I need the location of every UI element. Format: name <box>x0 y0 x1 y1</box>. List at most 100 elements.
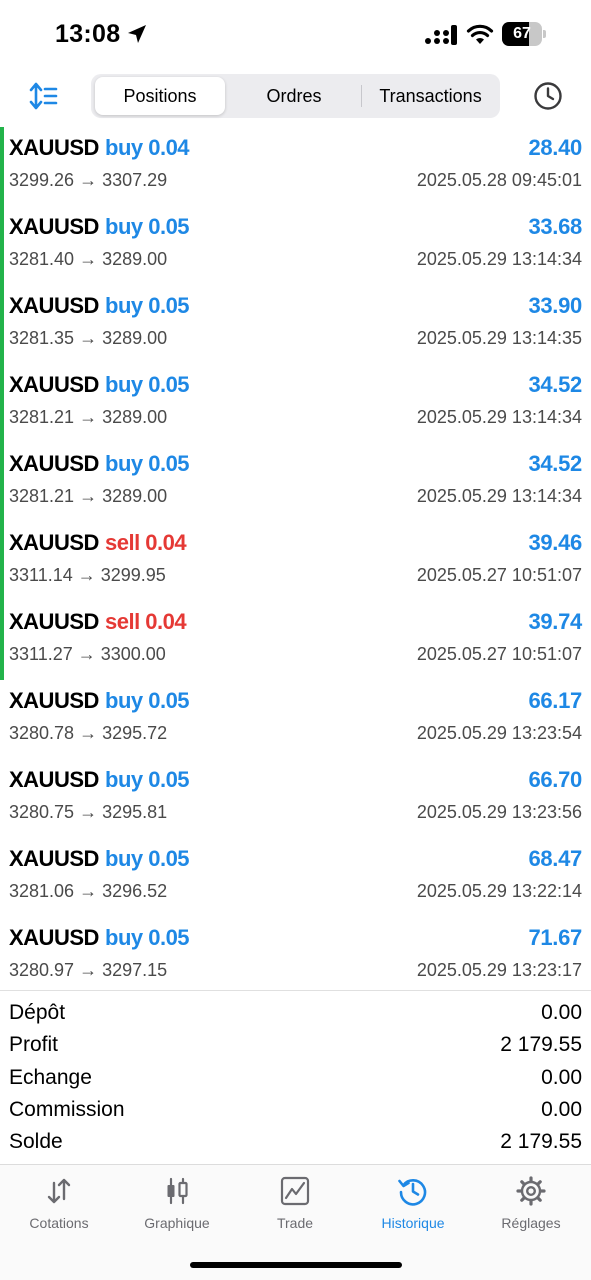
trade-prices: 3281.40 → 3289.00 <box>9 249 168 269</box>
trade-symbol: XAUUSD <box>9 767 99 792</box>
tab-label: Historique <box>381 1215 445 1231</box>
wifi-icon <box>466 24 494 44</box>
battery-level: 67 <box>513 25 531 42</box>
trade-row[interactable]: XAUUSD buy 0.05 34.52 3281.21 → 3289.00 2025… <box>0 364 591 443</box>
trade-profit: 34.52 <box>528 451 582 476</box>
tab-cotations[interactable]: Cotations <box>0 1175 118 1245</box>
trade-time: 2025.05.29 13:23:54 <box>416 723 582 743</box>
trade-time: 2025.05.27 10:51:07 <box>416 565 582 585</box>
summary-value: 0.00 <box>541 1097 582 1121</box>
sort-icon[interactable] <box>28 80 60 112</box>
trade-row[interactable]: XAUUSD buy 0.05 33.90 3281.35 → 3289.00 2025… <box>0 285 591 364</box>
history-clock-icon[interactable] <box>532 80 564 112</box>
trade-prices: 3280.78 → 3295.72 <box>9 723 168 743</box>
trade-profit: 66.17 <box>528 688 582 713</box>
trade-profit: 39.46 <box>528 530 582 555</box>
summary-label: Echange <box>9 1065 92 1089</box>
trade-row[interactable]: XAUUSD buy 0.05 34.52 3281.21 → 3289.00 2025… <box>0 443 591 522</box>
tab-positions[interactable]: Positions <box>95 77 225 115</box>
tab-ordres[interactable]: Ordres <box>229 77 359 115</box>
trade-time: 2025.05.29 13:23:56 <box>416 802 582 822</box>
trade-prices: 3281.21 → 3289.00 <box>9 486 168 506</box>
tab-reglages[interactable]: Réglages <box>472 1175 590 1245</box>
summary-label: Commission <box>9 1097 125 1121</box>
home-indicator <box>190 1262 402 1268</box>
trade-side: buy 0.05 <box>105 451 190 476</box>
tab-historique[interactable]: Historique <box>354 1175 472 1245</box>
gear-icon <box>516 1176 546 1206</box>
trade-row[interactable]: XAUUSD buy 0.05 68.47 3281.06 → 3296.52 2025… <box>0 838 591 917</box>
trade-time: 2025.05.29 13:22:14 <box>416 881 582 901</box>
trade-time: 2025.05.29 13:23:17 <box>416 960 582 980</box>
trade-row[interactable]: XAUUSD sell 0.04 39.46 3311.14 → 3299.95 202… <box>0 522 591 601</box>
trade-side: buy 0.05 <box>105 214 190 239</box>
trade-time: 2025.05.29 13:14:34 <box>416 486 582 506</box>
trade-row[interactable]: XAUUSD buy 0.05 71.67 3280.97 → 3297.15 2025… <box>0 917 591 996</box>
trade-side: sell 0.04 <box>105 530 187 555</box>
summary-row-solde: Solde 2 179.55 <box>0 1126 591 1158</box>
trade-chart-icon <box>280 1176 310 1206</box>
summary-section: Dépôt 0.00 Profit 2 179.55 Echange 0.00 … <box>0 997 591 1158</box>
summary-label: Profit <box>9 1033 59 1057</box>
trade-prices: 3280.97 → 3297.15 <box>9 960 168 980</box>
trade-row[interactable]: XAUUSD buy 0.05 66.17 3280.78 → 3295.72 2025… <box>0 680 591 759</box>
trade-symbol: XAUUSD <box>9 135 99 160</box>
tab-label: Graphique <box>144 1215 210 1231</box>
summary-row-commission: Commission 0.00 <box>0 1094 591 1126</box>
tab-label: Réglages <box>501 1215 561 1231</box>
trade-symbol: XAUUSD <box>9 925 99 950</box>
summary-row-echange: Echange 0.00 <box>0 1062 591 1094</box>
tab-transactions[interactable]: Transactions <box>363 77 498 115</box>
summary-row-profit: Profit 2 179.55 <box>0 1029 591 1061</box>
trade-side: buy 0.05 <box>105 688 190 713</box>
trade-profit: 71.67 <box>528 925 582 950</box>
summary-label: Solde <box>9 1130 63 1154</box>
trade-profit: 68.47 <box>528 846 582 871</box>
trade-side: buy 0.05 <box>105 767 190 792</box>
trade-time: 2025.05.29 13:14:34 <box>416 407 582 427</box>
battery-indicator: 67 <box>502 22 546 46</box>
trade-prices: 3281.35 → 3289.00 <box>9 328 168 348</box>
trade-time: 2025.05.27 10:51:07 <box>416 644 582 664</box>
summary-value: 2 179.55 <box>500 1130 582 1154</box>
trade-row[interactable]: XAUUSD sell 0.04 39.74 3311.27 → 3300.00 202… <box>0 601 591 680</box>
tab-trade[interactable]: Trade <box>236 1175 354 1245</box>
trade-profit: 28.40 <box>528 135 582 160</box>
trade-profit: 34.52 <box>528 372 582 397</box>
trade-symbol: XAUUSD <box>9 846 99 871</box>
tab-label: Cotations <box>29 1215 89 1231</box>
summary-row-depot: Dépôt 0.00 <box>0 997 591 1029</box>
trade-profit: 33.90 <box>528 293 582 318</box>
trade-row[interactable]: XAUUSD buy 0.05 33.68 3281.40 → 3289.00 2025… <box>0 206 591 285</box>
trade-profit: 66.70 <box>528 767 582 792</box>
trade-symbol: XAUUSD <box>9 530 99 555</box>
trade-prices: 3281.06 → 3296.52 <box>9 881 168 901</box>
status-bar: 13:08 67 <box>0 0 591 64</box>
trade-prices: 3311.14 → 3299.95 <box>9 565 166 585</box>
trade-symbol: XAUUSD <box>9 372 99 397</box>
trade-list: XAUUSD buy 0.04 28.40 3299.26 → 3307.29 2025… <box>0 127 591 996</box>
trade-prices: 3280.75 → 3295.81 <box>9 802 168 822</box>
trade-side: buy 0.04 <box>105 135 190 160</box>
trade-row[interactable]: XAUUSD buy 0.05 66.70 3280.75 → 3295.81 2025… <box>0 759 591 838</box>
trade-row[interactable]: XAUUSD buy 0.04 28.40 3299.26 → 3307.29 2025… <box>0 127 591 206</box>
trade-side: buy 0.05 <box>105 925 190 950</box>
trade-prices: 3281.21 → 3289.00 <box>9 407 168 427</box>
summary-value: 0.00 <box>541 1065 582 1089</box>
summary-value: 2 179.55 <box>500 1033 582 1057</box>
trade-profit: 39.74 <box>528 609 582 634</box>
trade-symbol: XAUUSD <box>9 688 99 713</box>
status-time: 13:08 <box>55 20 121 48</box>
tab-graphique[interactable]: Graphique <box>118 1175 236 1245</box>
summary-divider <box>0 990 591 991</box>
summary-value: 0.00 <box>541 1001 582 1024</box>
cellular-signal-icon <box>425 25 457 45</box>
trade-time: 2025.05.28 09:45:01 <box>416 170 582 190</box>
trade-side: sell 0.04 <box>105 609 187 634</box>
trade-time: 2025.05.29 13:14:35 <box>416 328 582 348</box>
trade-side: buy 0.05 <box>105 293 190 318</box>
tab-label: Trade <box>276 1215 314 1231</box>
trade-symbol: XAUUSD <box>9 214 99 239</box>
trade-side: buy 0.05 <box>105 372 190 397</box>
location-arrow-icon <box>128 25 146 43</box>
